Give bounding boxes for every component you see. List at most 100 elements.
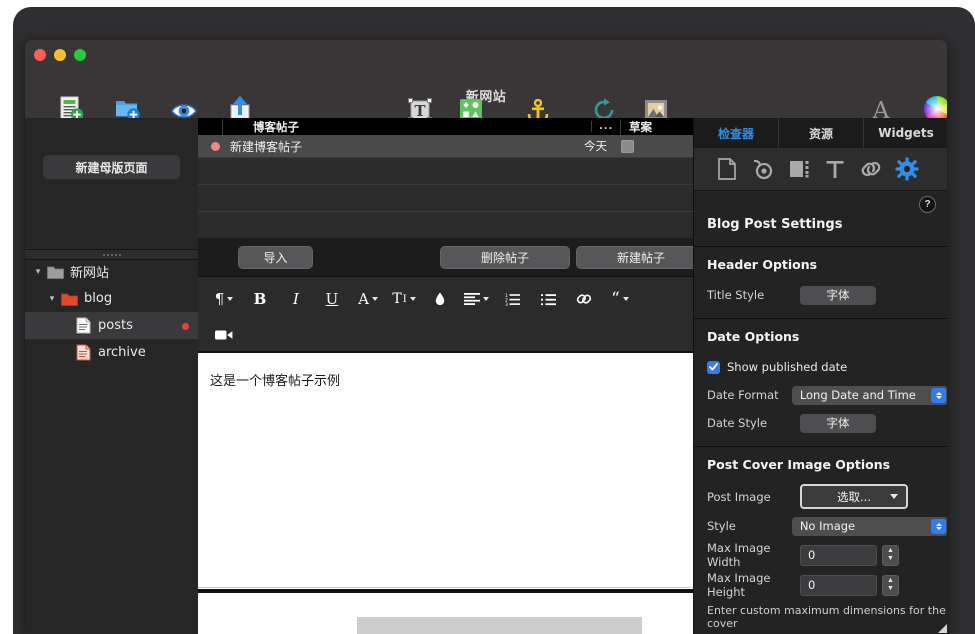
settings-inspector-icon[interactable]	[894, 156, 920, 182]
new-master-page-button[interactable]: 新建母版页面	[43, 155, 180, 179]
text-size-small-icon: I	[403, 294, 407, 305]
date-format-select[interactable]: Long Date and Time	[792, 386, 947, 405]
stepper-arrows-icon	[931, 388, 946, 403]
field-row-max-image-width: Max Image Width 0 ▲ ▼	[707, 540, 947, 570]
window-resize-grip[interactable]	[938, 624, 947, 633]
post-image-choose-button[interactable]: 选取...	[800, 484, 908, 509]
section-heading: Post Cover Image Options	[707, 447, 947, 481]
chevron-down-icon	[372, 297, 378, 301]
field-row-title-style: Title Style 字体	[707, 281, 947, 309]
tab-widgets[interactable]: Widgets	[864, 118, 947, 148]
screen-root: 新网站	[0, 0, 975, 634]
right-inspector: 检查器 资源 Widgets	[693, 118, 947, 634]
sidebar-item-archive[interactable]: archive	[25, 339, 198, 366]
sidebar-item-posts[interactable]: posts	[25, 312, 198, 339]
center-column: 博客帖子 ... 草案 新建博客帖子 今天 导入	[198, 118, 693, 634]
svg-text:3: 3	[505, 302, 508, 306]
format-toolbar-row-1: ¶ B I U A TI	[206, 287, 638, 311]
text-inspector-icon[interactable]	[822, 156, 848, 182]
page-inspector-icon[interactable]	[714, 156, 740, 182]
tab-inspector[interactable]: 检查器	[694, 118, 779, 148]
panel-title: Blog Post Settings	[707, 217, 842, 232]
window-controls	[34, 49, 86, 61]
disclosure-chevron-icon[interactable]: ▾	[31, 267, 45, 277]
text-color-button[interactable]: A	[350, 287, 386, 311]
field-row-show-published-date[interactable]: Show published date	[707, 353, 947, 381]
field-row-date-style: Date Style 字体	[707, 409, 947, 437]
help-button[interactable]: ?	[919, 196, 936, 213]
italic-button[interactable]: I	[278, 287, 314, 311]
master-pages-area: 新建母版页面	[25, 118, 198, 249]
close-button[interactable]	[34, 49, 46, 61]
minimize-button[interactable]	[54, 49, 66, 61]
cover-dimensions-hint: Enter custom maximum dimensions for the …	[707, 600, 947, 630]
post-draft-checkbox[interactable]	[621, 140, 634, 153]
field-row-date-format: Date Format Long Date and Time	[707, 381, 947, 409]
new-post-button[interactable]: 新建帖子	[576, 246, 706, 269]
zoom-button[interactable]	[74, 49, 86, 61]
link-button[interactable]	[566, 287, 602, 311]
page-white-icon	[73, 317, 93, 334]
sidebar-item-site[interactable]: ▾ 新网站	[25, 258, 198, 285]
section-heading: Header Options	[707, 247, 947, 281]
sidebar-item-blog[interactable]: ▾ blog	[25, 285, 198, 312]
ordered-list-icon: 1 2 3	[505, 293, 520, 306]
page-red-icon	[73, 344, 93, 361]
quote-icon: “	[611, 289, 620, 309]
import-button[interactable]: 导入	[238, 246, 313, 269]
cover-style-select[interactable]: No Image	[792, 517, 947, 536]
app-window: 新网站	[25, 40, 947, 634]
stepper-down-icon: ▼	[887, 556, 894, 562]
insert-video-button[interactable]	[206, 323, 242, 347]
post-body-editor[interactable]: 这是一个博客帖子示例	[198, 351, 693, 591]
stepper-up-icon: ▲	[887, 578, 894, 584]
page-preview-panel[interactable]	[198, 589, 693, 634]
field-label: Post Image	[707, 490, 800, 504]
ordered-list-button[interactable]: 1 2 3	[494, 287, 530, 311]
max-image-height-stepper[interactable]: ▲ ▼	[882, 575, 899, 596]
section-post-cover-image-options: Post Cover Image Options Post Image 选取..…	[694, 447, 947, 630]
blockquote-button[interactable]: “	[602, 287, 638, 311]
highlight-button[interactable]	[422, 287, 458, 311]
empty-row	[198, 185, 693, 211]
unordered-list-button[interactable]	[530, 287, 566, 311]
post-image-value: 选取...	[837, 489, 871, 505]
checkbox-label: Show published date	[727, 360, 847, 374]
max-image-height-input[interactable]: 0	[800, 575, 877, 596]
align-button[interactable]	[458, 287, 494, 311]
date-style-font-button[interactable]: 字体	[800, 414, 876, 433]
stepper-up-icon: ▲	[887, 548, 894, 554]
title-style-font-button[interactable]: 字体	[800, 286, 876, 305]
metrics-inspector-icon[interactable]	[750, 156, 776, 182]
tab-resources[interactable]: 资源	[779, 118, 864, 148]
column-header-title[interactable]: 博客帖子	[222, 119, 299, 135]
section-header-options: Header Options Title Style 字体	[694, 247, 947, 318]
underline-button[interactable]: U	[314, 287, 350, 311]
disclosure-chevron-icon[interactable]: ▾	[45, 294, 59, 304]
folder-red-icon	[59, 292, 79, 306]
field-label: Date Format	[707, 388, 792, 402]
empty-row	[198, 212, 693, 238]
link-inspector-icon[interactable]	[858, 156, 884, 182]
site-tree: ▾ 新网站 ▾ blog	[25, 258, 198, 366]
sidebar-item-site-label: 新网站	[70, 262, 109, 281]
chevron-down-icon	[483, 297, 489, 301]
column-header-draft[interactable]: 草案	[620, 119, 652, 135]
underline-icon: U	[326, 290, 339, 308]
text-size-button[interactable]: TI	[386, 287, 422, 311]
format-toolbar-row-2	[206, 323, 242, 347]
sidebar-item-archive-label: archive	[98, 345, 146, 360]
bold-button[interactable]: B	[242, 287, 278, 311]
table-row[interactable]: 新建博客帖子 今天	[198, 135, 693, 157]
field-label: Max Image Height	[707, 571, 800, 599]
editor-bottom-rule	[198, 587, 693, 588]
arrange-inspector-icon[interactable]	[786, 156, 812, 182]
paragraph-style-button[interactable]: ¶	[206, 287, 242, 311]
show-published-date-checkbox[interactable]	[707, 361, 720, 374]
date-format-value: Long Date and Time	[800, 388, 916, 402]
max-image-width-input[interactable]: 0	[800, 545, 877, 566]
column-header-more[interactable]: ...	[591, 121, 613, 132]
posts-table: 新建博客帖子 今天	[198, 135, 693, 238]
max-image-width-stepper[interactable]: ▲ ▼	[882, 545, 899, 566]
delete-post-button[interactable]: 删除帖子	[440, 246, 570, 269]
